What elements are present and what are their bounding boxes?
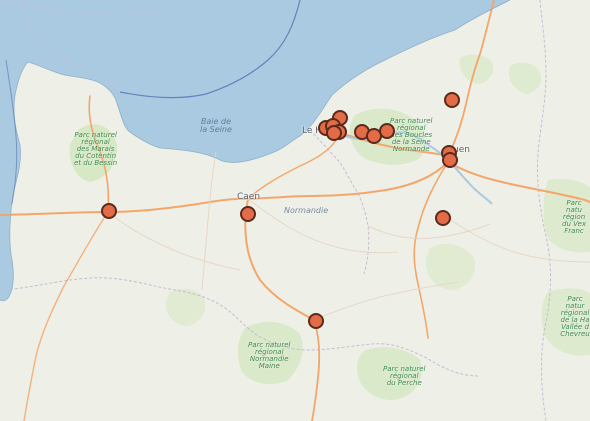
map-marker[interactable] [444,92,460,108]
park-label-normandie-maine: Parc naturel régional Normandie Maine [248,341,291,370]
region-label-normandie: Normandie [284,206,329,215]
park-label-perche: Parc naturel régional du Perche [383,365,426,387]
place-label-caen: Caen [237,192,261,202]
park-label-chevreuse: Parc natur régional de la Ha Vallée d Ch… [560,295,590,338]
park-label-vexin: Parc natu région du Vex Franc [562,199,586,235]
map-marker[interactable] [101,203,117,219]
park-label-boucles-seine: Parc naturel régional des Boucles de la … [390,117,433,153]
map-marker[interactable] [442,152,458,168]
map-marker[interactable] [240,206,256,222]
map-marker[interactable] [435,210,451,226]
sea-label-baie-de-seine: Baie de la Seine [200,117,232,134]
map-marker[interactable] [326,125,342,141]
map-marker[interactable] [379,123,395,139]
map-container[interactable]: Baie de la Seine Caen Le H uen Normandie… [0,0,590,421]
park-label-cotentin: Parc naturel régional des Marais du Cote… [74,131,118,167]
map-marker[interactable] [308,313,324,329]
